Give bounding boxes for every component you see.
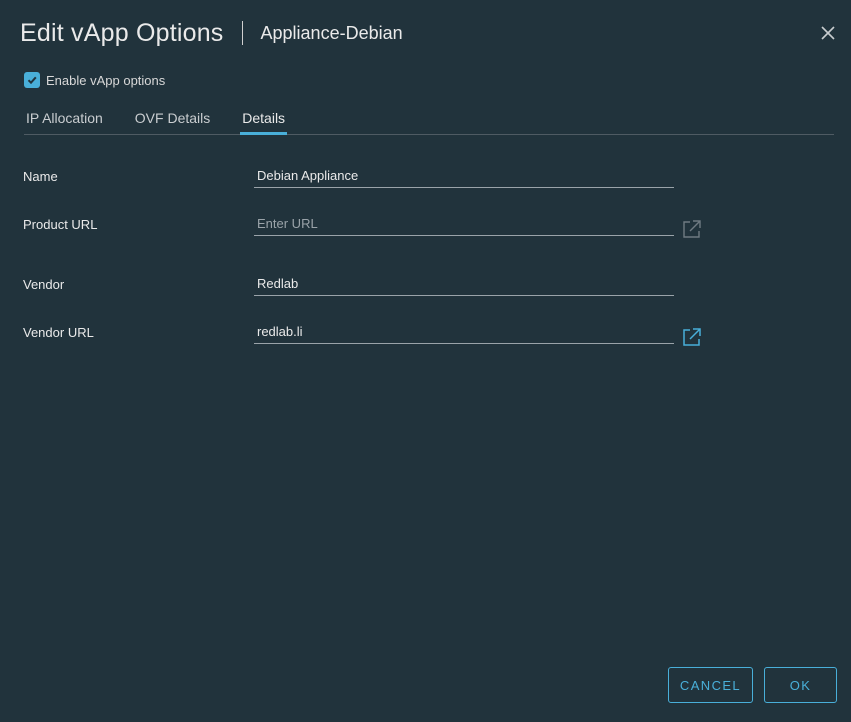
product-url-row: Product URL [23,211,723,239]
name-row: Name [23,163,723,191]
enable-vapp-option[interactable]: Enable vApp options [24,72,165,88]
enable-vapp-checkbox[interactable] [24,72,40,88]
vendor-label: Vendor [23,277,65,292]
edit-vapp-options-dialog: Edit vApp Options Appliance-Debian Enabl… [0,0,851,722]
tab-bar: IP Allocation OVF Details Details [24,108,834,135]
title-divider [241,21,243,45]
tab-details[interactable]: Details [240,108,288,135]
tab-ip-allocation[interactable]: IP Allocation [24,108,105,132]
name-label: Name [23,169,58,184]
dialog-subtitle: Appliance-Debian [260,22,403,43]
close-icon[interactable] [819,24,837,42]
ok-button[interactable]: OK [764,667,837,703]
tab-ovf-details[interactable]: OVF Details [133,108,212,132]
vendor-input[interactable] [254,271,674,296]
check-icon [27,76,37,85]
dialog-title: Edit vApp Options [20,18,224,47]
cancel-button[interactable]: CANCEL [668,667,753,703]
dialog-header: Edit vApp Options Appliance-Debian [20,18,403,48]
vendor-url-label: Vendor URL [23,325,94,340]
name-input[interactable] [254,163,674,188]
product-url-label: Product URL [23,217,98,232]
external-link-icon[interactable] [681,326,703,348]
external-link-icon [681,218,703,240]
vendor-row: Vendor [23,271,723,299]
enable-vapp-label: Enable vApp options [46,72,166,88]
vendor-url-input[interactable] [254,319,674,344]
product-url-input[interactable] [254,211,674,236]
vendor-url-row: Vendor URL [23,319,723,347]
